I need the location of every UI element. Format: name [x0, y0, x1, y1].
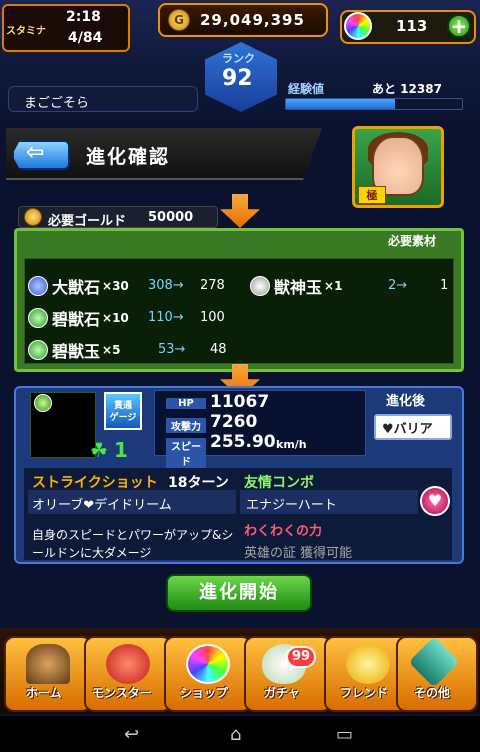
hp-label: HP — [166, 398, 206, 409]
gacha-count-badge: 99 — [286, 646, 316, 668]
material-item: 獣神玉 ×1 — [250, 274, 342, 298]
strike-shot-label: ストライクショット — [32, 475, 158, 491]
material-name: 碧獣玉 — [52, 342, 101, 361]
nav-other-label: その他 — [414, 686, 451, 700]
gold-requirement-value: 50000 — [148, 210, 194, 225]
material-have: 110→ — [148, 310, 184, 325]
strike-shot-turns: 18ターン — [168, 475, 229, 491]
material-after: 48 — [210, 342, 227, 357]
down-arrow-icon — [220, 194, 260, 228]
stamina-timer: 2:18 — [66, 9, 101, 25]
material-after: 100 — [200, 310, 225, 325]
material-have: 308→ — [148, 278, 184, 293]
gem-icon — [28, 308, 48, 328]
gold-coin-icon — [24, 208, 42, 226]
materials-header: 必要素材 — [388, 234, 437, 248]
material-qty: ×10 — [102, 311, 129, 325]
material-name: 獣神玉 — [274, 278, 323, 297]
material-item: 碧獣石 ×10 — [28, 306, 129, 330]
luck-value: 1 — [114, 438, 128, 462]
pierce-gauge-icon: 貫通 ゲージ — [104, 392, 142, 430]
ability-value: ♥バリア — [382, 422, 433, 437]
add-orbs-button[interactable]: + — [447, 14, 471, 38]
monster-icon — [106, 644, 150, 684]
material-qty: ×30 — [102, 279, 129, 293]
evolved-form-label: 進化後 — [386, 394, 426, 409]
material-qty: ×1 — [324, 279, 343, 293]
home-icon — [26, 644, 70, 684]
speed-unit: km/h — [276, 438, 307, 451]
nav-home-label: ホーム — [26, 686, 62, 700]
pierce-label: 貫通 ゲージ — [109, 401, 137, 423]
material-item: 大獣石 ×30 — [28, 274, 129, 298]
element-icon — [34, 394, 52, 412]
speed-label: スピード — [166, 438, 206, 468]
material-item: 碧獣玉 ×5 — [28, 338, 120, 362]
gem-icon — [28, 340, 48, 360]
start-evolution-button[interactable]: 進化開始 — [166, 574, 312, 612]
exp-remaining: あと 12387 — [372, 82, 442, 96]
material-name: 大獣石 — [52, 278, 101, 297]
page-title: 進化確認 — [86, 146, 171, 168]
orb-icon — [344, 12, 372, 40]
exp-bar-fill — [286, 99, 395, 109]
gold-requirement-label: 必要ゴールド — [48, 214, 127, 229]
nav-gacha-label: ガチャ — [264, 686, 300, 700]
rank-value: 92 — [222, 66, 253, 91]
friend-icon — [346, 644, 390, 684]
exp-label: 経験値 — [288, 82, 325, 96]
back-arrow-icon: ⇦ — [26, 140, 45, 165]
hp-value: 11067 — [210, 392, 270, 412]
rank-label: ランク — [222, 52, 255, 65]
orb-count: 113 — [396, 17, 428, 35]
strike-shot-name: オリーブ❤デイドリーム — [32, 498, 172, 513]
gold-value: 29,049,395 — [200, 11, 305, 29]
system-home-icon[interactable]: ⌂ — [230, 724, 241, 745]
gem-icon — [250, 276, 270, 296]
strike-shot-description: 自身のスピードとパワーがアップ&シールドンに大ダメージ — [32, 528, 234, 560]
gem-icon — [28, 276, 48, 296]
attack-value: 7260 — [210, 412, 258, 432]
system-recents-icon[interactable]: ▭ — [336, 724, 353, 745]
attack-label: 攻撃力 — [166, 418, 206, 433]
shop-orb-icon — [186, 644, 230, 684]
friend-combo-name: エナジーハート — [246, 498, 337, 513]
stamina-label: スタミナ — [6, 26, 46, 37]
material-after: 278 — [200, 278, 225, 293]
heart-combo-icon[interactable]: ♥ — [420, 486, 450, 516]
player-name: まごごそら — [24, 96, 90, 111]
nav-friend-label: フレンド — [340, 686, 389, 700]
nav-monster-label: モンスター — [92, 686, 152, 700]
waku-power-text: 英雄の証 獲得可能 — [244, 546, 353, 561]
gold-coin-icon: G — [168, 9, 190, 31]
friend-combo-label: 友情コンボ — [244, 475, 314, 491]
material-qty: ×5 — [102, 343, 121, 357]
speed-value: 255.90 — [210, 432, 276, 452]
stamina-count: 4/84 — [68, 30, 103, 46]
waku-power-label: わくわくの力 — [244, 524, 323, 539]
material-after: 1 — [440, 278, 449, 293]
material-have: 53→ — [158, 342, 186, 357]
system-back-icon[interactable]: ↩ — [124, 724, 139, 745]
luck-clover-icon: ☘ — [90, 438, 108, 462]
material-name: 碧獣石 — [52, 310, 101, 329]
material-have: 2→ — [388, 278, 408, 293]
nav-shop-label: ショップ — [180, 686, 229, 700]
portrait-tag: 極 — [358, 186, 386, 204]
